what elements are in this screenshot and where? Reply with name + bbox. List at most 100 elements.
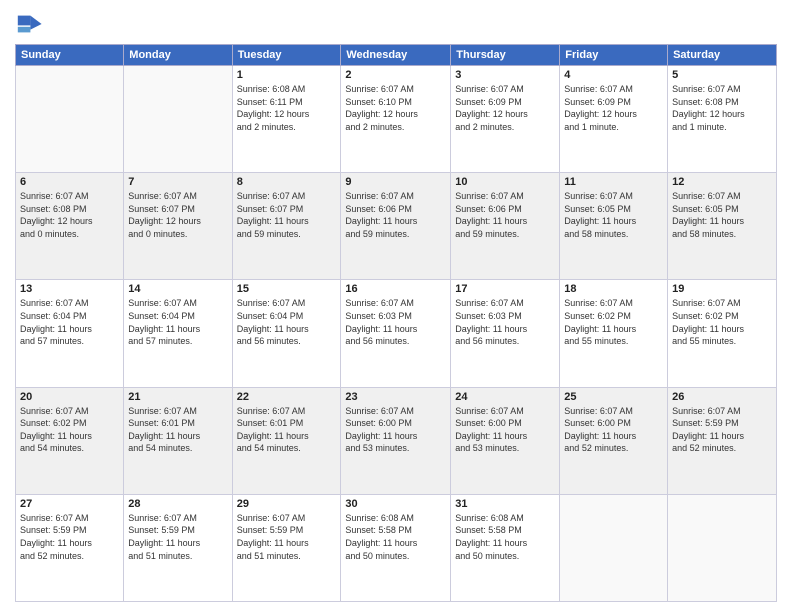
cell-content: Sunrise: 6:07 AM Sunset: 6:03 PM Dayligh… — [345, 297, 446, 347]
calendar-cell: 18 Sunrise: 6:07 AM Sunset: 6:02 PM Dayli… — [560, 280, 668, 387]
calendar-cell: 26 Sunrise: 6:07 AM Sunset: 5:59 PM Dayli… — [668, 387, 777, 494]
cell-content: Sunrise: 6:07 AM Sunset: 6:08 PM Dayligh… — [672, 83, 772, 133]
calendar-cell: 17 Sunrise: 6:07 AM Sunset: 6:03 PM Dayli… — [451, 280, 560, 387]
weekday-header: Sunday — [16, 45, 124, 66]
calendar-cell: 7Sunrise: 6:07 AM Sunset: 6:07 PM Daylig… — [124, 173, 232, 280]
calendar-header: SundayMondayTuesdayWednesdayThursdayFrid… — [16, 45, 777, 66]
cell-content: Sunrise: 6:07 AM Sunset: 6:09 PM Dayligh… — [564, 83, 663, 133]
day-number: 30 — [345, 498, 446, 510]
calendar-cell: 16 Sunrise: 6:07 AM Sunset: 6:03 PM Dayli… — [341, 280, 451, 387]
calendar-cell: 2 Sunrise: 6:07 AM Sunset: 6:10 PM Daylig… — [341, 66, 451, 173]
weekday-header: Wednesday — [341, 45, 451, 66]
day-number: 27 — [20, 498, 119, 510]
cell-content: Sunrise: 6:07 AM Sunset: 6:09 PM Dayligh… — [455, 83, 555, 133]
logo — [15, 10, 47, 38]
calendar-cell: 29 Sunrise: 6:07 AM Sunset: 5:59 PM Dayli… — [232, 494, 341, 601]
calendar-cell: 11 Sunrise: 6:07 AM Sunset: 6:05 PM Dayli… — [560, 173, 668, 280]
day-number: 14 — [128, 283, 227, 295]
cell-content: Sunrise: 6:07 AM Sunset: 6:05 PM Dayligh… — [564, 190, 663, 240]
calendar-cell — [16, 66, 124, 173]
logo-icon — [15, 10, 43, 38]
day-number: 15 — [237, 283, 337, 295]
day-number: 18 — [564, 283, 663, 295]
calendar-row: 27 Sunrise: 6:07 AM Sunset: 5:59 PM Dayli… — [16, 494, 777, 601]
cell-content: Sunrise: 6:07 AM Sunset: 6:08 PM Dayligh… — [20, 190, 119, 240]
cell-content: Sunrise: 6:07 AM Sunset: 6:07 PM Dayligh… — [237, 190, 337, 240]
day-number: 8 — [237, 176, 337, 188]
day-number: 5 — [672, 69, 772, 81]
cell-content: Sunrise: 6:07 AM Sunset: 6:07 PM Dayligh… — [128, 190, 227, 240]
calendar-row: 6 Sunrise: 6:07 AM Sunset: 6:08 PM Daylig… — [16, 173, 777, 280]
weekday-header: Tuesday — [232, 45, 341, 66]
cell-content: Sunrise: 6:07 AM Sunset: 6:00 PM Dayligh… — [564, 405, 663, 455]
cell-content: Sunrise: 6:07 AM Sunset: 5:59 PM Dayligh… — [237, 512, 337, 562]
day-number: 21 — [128, 391, 227, 403]
cell-content: Sunrise: 6:07 AM Sunset: 6:04 PM Dayligh… — [128, 297, 227, 347]
day-number: 17 — [455, 283, 555, 295]
day-number: 2 — [345, 69, 446, 81]
day-number: 3 — [455, 69, 555, 81]
calendar-cell: 12Sunrise: 6:07 AM Sunset: 6:05 PM Dayli… — [668, 173, 777, 280]
cell-content: Sunrise: 6:07 AM Sunset: 6:01 PM Dayligh… — [128, 405, 227, 455]
header — [15, 10, 777, 38]
calendar-cell: 20 Sunrise: 6:07 AM Sunset: 6:02 PM Dayli… — [16, 387, 124, 494]
cell-content: Sunrise: 6:07 AM Sunset: 6:04 PM Dayligh… — [237, 297, 337, 347]
day-number: 6 — [20, 176, 119, 188]
calendar-cell: 13 Sunrise: 6:07 AM Sunset: 6:04 PM Dayli… — [16, 280, 124, 387]
day-number: 22 — [237, 391, 337, 403]
calendar-cell: 14 Sunrise: 6:07 AM Sunset: 6:04 PM Dayli… — [124, 280, 232, 387]
cell-content: Sunrise: 6:08 AM Sunset: 5:58 PM Dayligh… — [455, 512, 555, 562]
cell-content: Sunrise: 6:07 AM Sunset: 6:00 PM Dayligh… — [345, 405, 446, 455]
cell-content: Sunrise: 6:07 AM Sunset: 6:02 PM Dayligh… — [20, 405, 119, 455]
cell-content: Sunrise: 6:07 AM Sunset: 6:06 PM Dayligh… — [345, 190, 446, 240]
day-number: 1 — [237, 69, 337, 81]
cell-content: Sunrise: 6:08 AM Sunset: 6:11 PM Dayligh… — [237, 83, 337, 133]
day-number: 26 — [672, 391, 772, 403]
cell-content: Sunrise: 6:07 AM Sunset: 5:59 PM Dayligh… — [20, 512, 119, 562]
day-number: 10 — [455, 176, 555, 188]
weekday-header: Monday — [124, 45, 232, 66]
calendar-cell: 21 Sunrise: 6:07 AM Sunset: 6:01 PM Dayli… — [124, 387, 232, 494]
calendar-cell: 31 Sunrise: 6:08 AM Sunset: 5:58 PM Dayli… — [451, 494, 560, 601]
day-number: 31 — [455, 498, 555, 510]
cell-content: Sunrise: 6:08 AM Sunset: 5:58 PM Dayligh… — [345, 512, 446, 562]
weekday-header: Saturday — [668, 45, 777, 66]
day-number: 4 — [564, 69, 663, 81]
day-number: 9 — [345, 176, 446, 188]
cell-content: Sunrise: 6:07 AM Sunset: 6:06 PM Dayligh… — [455, 190, 555, 240]
calendar-cell: 5 Sunrise: 6:07 AM Sunset: 6:08 PM Daylig… — [668, 66, 777, 173]
calendar-cell — [668, 494, 777, 601]
day-number: 20 — [20, 391, 119, 403]
cell-content: Sunrise: 6:07 AM Sunset: 5:59 PM Dayligh… — [672, 405, 772, 455]
header-row: SundayMondayTuesdayWednesdayThursdayFrid… — [16, 45, 777, 66]
day-number: 28 — [128, 498, 227, 510]
calendar-cell: 1 Sunrise: 6:08 AM Sunset: 6:11 PM Daylig… — [232, 66, 341, 173]
calendar-cell: 15 Sunrise: 6:07 AM Sunset: 6:04 PM Dayli… — [232, 280, 341, 387]
day-number: 29 — [237, 498, 337, 510]
day-number: 24 — [455, 391, 555, 403]
cell-content: Sunrise: 6:07 AM Sunset: 6:10 PM Dayligh… — [345, 83, 446, 133]
day-number: 16 — [345, 283, 446, 295]
cell-content: Sunrise: 6:07 AM Sunset: 6:00 PM Dayligh… — [455, 405, 555, 455]
cell-content: Sunrise: 6:07 AM Sunset: 6:03 PM Dayligh… — [455, 297, 555, 347]
calendar-cell: 6 Sunrise: 6:07 AM Sunset: 6:08 PM Daylig… — [16, 173, 124, 280]
calendar-cell — [560, 494, 668, 601]
cell-content: Sunrise: 6:07 AM Sunset: 6:04 PM Dayligh… — [20, 297, 119, 347]
calendar-cell: 9 Sunrise: 6:07 AM Sunset: 6:06 PM Daylig… — [341, 173, 451, 280]
calendar-cell: 4 Sunrise: 6:07 AM Sunset: 6:09 PM Daylig… — [560, 66, 668, 173]
calendar-cell — [124, 66, 232, 173]
cell-content: Sunrise: 6:07 AM Sunset: 6:02 PM Dayligh… — [564, 297, 663, 347]
day-number: 25 — [564, 391, 663, 403]
weekday-header: Thursday — [451, 45, 560, 66]
calendar-cell: 3 Sunrise: 6:07 AM Sunset: 6:09 PM Daylig… — [451, 66, 560, 173]
cell-content: Sunrise: 6:07 AM Sunset: 5:59 PM Dayligh… — [128, 512, 227, 562]
calendar-body: 1 Sunrise: 6:08 AM Sunset: 6:11 PM Daylig… — [16, 66, 777, 602]
calendar-cell: 27 Sunrise: 6:07 AM Sunset: 5:59 PM Dayli… — [16, 494, 124, 601]
calendar-cell: 23 Sunrise: 6:07 AM Sunset: 6:00 PM Dayli… — [341, 387, 451, 494]
calendar-cell: 10 Sunrise: 6:07 AM Sunset: 6:06 PM Dayli… — [451, 173, 560, 280]
day-number: 11 — [564, 176, 663, 188]
day-number: 23 — [345, 391, 446, 403]
calendar-cell: 22Sunrise: 6:07 AM Sunset: 6:01 PM Dayli… — [232, 387, 341, 494]
cell-content: Sunrise: 6:07 AM Sunset: 6:05 PM Dayligh… — [672, 190, 772, 240]
day-number: 13 — [20, 283, 119, 295]
